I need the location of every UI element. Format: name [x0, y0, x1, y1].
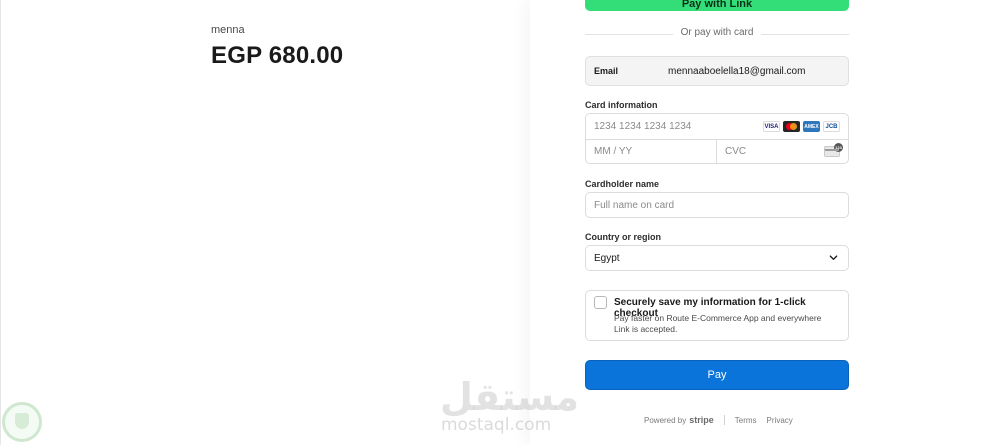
total-amount: EGP 680.00 — [211, 42, 344, 69]
privacy-link[interactable]: Privacy — [767, 416, 793, 425]
panel-border — [0, 0, 1, 445]
or-divider: Or pay with card — [585, 27, 849, 41]
footer: Powered by stripe Terms Privacy — [644, 415, 803, 425]
email-label: Email — [594, 66, 619, 76]
save-info-description: Pay faster on Route E-Commerce App and e… — [614, 313, 822, 334]
mostaql-badge-icon — [2, 402, 42, 442]
watermark-latin: mostaql.com — [441, 415, 552, 435]
pay-button[interactable]: Pay — [585, 360, 849, 390]
checkout-page: menna EGP 680.00 Pay with Link Or pay wi… — [0, 0, 1000, 445]
mastercard-icon — [783, 121, 800, 132]
card-information-label: Card information — [585, 100, 658, 110]
pay-with-link-label: Pay with Link — [681, 0, 753, 10]
country-label: Country or region — [585, 232, 661, 242]
expiry-input[interactable]: MM / YY — [586, 140, 717, 164]
country-value: Egypt — [594, 253, 620, 264]
powered-by-text: Powered by — [644, 415, 687, 425]
email-field[interactable]: Email mennaaboelella18@gmail.com — [585, 56, 849, 86]
card-number-input[interactable]: 1234 1234 1234 1234 VISA AMEX JCB — [586, 114, 848, 140]
watermark-arabic: مستقل — [440, 375, 579, 419]
pay-button-label: Pay — [707, 369, 727, 381]
save-info-box: Securely save my information for 1-click… — [585, 290, 849, 341]
card-number-placeholder: 1234 1234 1234 1234 — [594, 121, 692, 132]
cardholder-placeholder: Full name on card — [594, 200, 675, 211]
cvc-input[interactable]: CVC 123 — [717, 140, 848, 164]
chevron-down-icon — [829, 255, 838, 260]
country-select[interactable]: Egypt — [585, 245, 849, 271]
jcb-icon: JCB — [823, 121, 840, 132]
cardholder-name-label: Cardholder name — [585, 179, 660, 189]
visa-icon: VISA — [763, 121, 780, 132]
save-info-checkbox[interactable] — [594, 296, 607, 309]
cvc-placeholder: CVC — [725, 146, 747, 157]
amex-icon: AMEX — [803, 121, 820, 132]
expiry-placeholder: MM / YY — [594, 146, 633, 157]
card-information-group: 1234 1234 1234 1234 VISA AMEX JCB MM / Y… — [585, 113, 849, 164]
merchant-name: menna — [211, 24, 245, 36]
stripe-logo[interactable]: stripe — [689, 415, 714, 425]
cardholder-name-input[interactable]: Full name on card — [585, 192, 849, 218]
card-brands: VISA AMEX JCB — [763, 121, 840, 132]
terms-link[interactable]: Terms — [735, 416, 757, 425]
divider-text: Or pay with card — [680, 27, 754, 38]
divider-line-right — [761, 34, 849, 35]
email-value: mennaaboelella18@gmail.com — [668, 66, 806, 77]
footer-separator — [723, 415, 725, 425]
pay-with-link-button[interactable]: Pay with Link — [585, 0, 849, 11]
cvc-card-icon: 123 — [824, 143, 843, 157]
